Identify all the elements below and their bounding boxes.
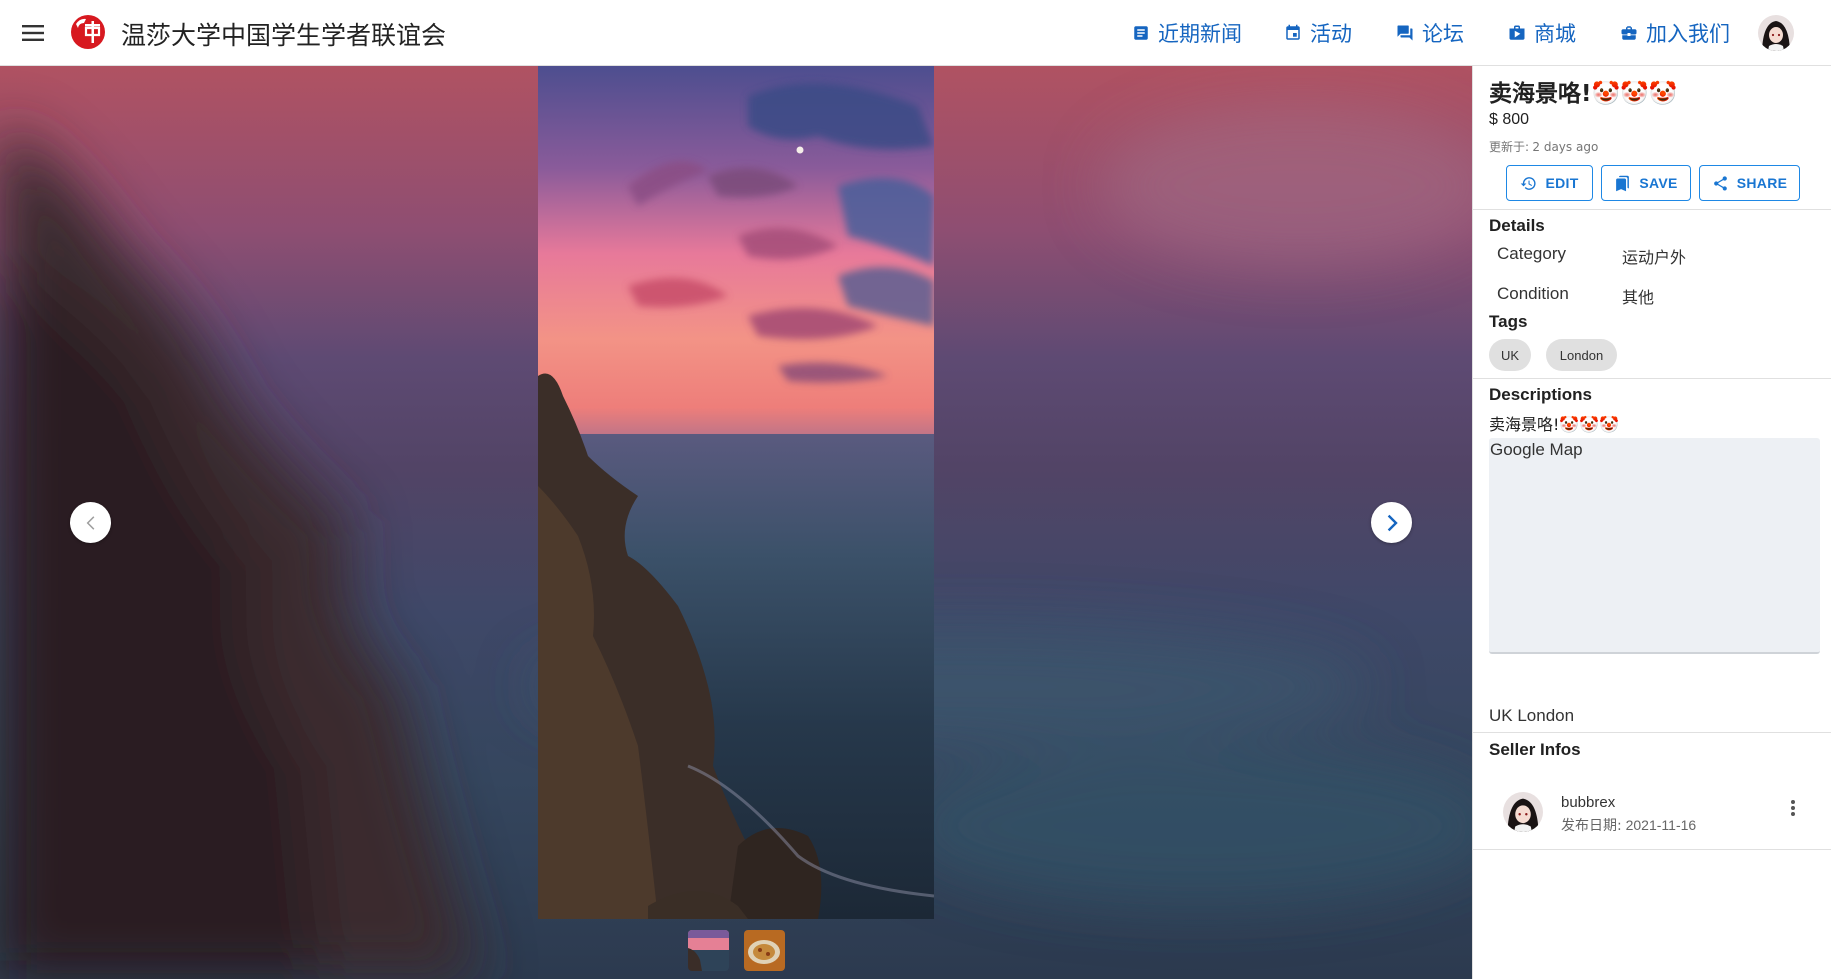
divider [1473,849,1831,850]
edit-history-icon [1521,176,1537,190]
main-listing-photo[interactable] [538,66,934,919]
nav-forum[interactable]: 论坛 [1396,18,1464,48]
updated-value: 2 days ago [1532,140,1599,154]
nav-news[interactable]: 近期新闻 [1132,18,1242,48]
save-button-label: SAVE [1639,175,1678,191]
seller-name[interactable]: bubbrex [1561,794,1615,811]
previous-image-button[interactable] [70,502,111,543]
nav-news-label: 近期新闻 [1158,22,1242,46]
calendar-icon [1286,24,1300,40]
description-text: 卖海景咯!🤡🤡🤡 [1489,415,1620,434]
location-text: UK London [1489,706,1575,725]
updated-time: 更新于: 2 days ago [1489,138,1598,155]
category-label: Category [1497,244,1566,263]
chevron-right-icon [1387,514,1398,531]
post-date-label: 发布日期: [1561,818,1622,834]
google-map[interactable]: Google Map [1489,438,1820,654]
nav-join-us[interactable]: 加入我们 [1620,18,1730,48]
news-icon [1134,26,1148,40]
site-title[interactable]: 温莎大学中国学生学者联谊会 [121,16,446,52]
updated-label: 更新于: [1489,140,1530,154]
edit-button[interactable]: EDIT [1506,165,1593,201]
tags-heading: Tags [1489,312,1528,331]
tag-chip-uk[interactable]: UK [1489,339,1531,371]
condition-label: Condition [1497,284,1569,303]
more-vert-icon [1791,800,1795,816]
seller-infos-heading: Seller Infos [1489,740,1581,759]
divider [1473,209,1831,210]
forum-icon [1397,25,1413,41]
nav-forum-label: 论坛 [1422,22,1464,46]
map-label: Google Map [1490,440,1583,459]
condition-value: 其他 [1622,288,1655,307]
nav-shop-label: 商城 [1534,22,1576,46]
briefcase-icon [1621,26,1637,40]
shop-icon [1509,25,1525,40]
share-button[interactable]: SHARE [1699,165,1800,201]
image-gallery [0,66,1472,979]
divider [1473,378,1831,379]
food-thumbnail[interactable] [744,930,785,971]
divider [1473,732,1831,733]
site-logo[interactable] [70,14,106,50]
share-button-label: SHARE [1736,175,1788,191]
nav-join-us-label: 加入我们 [1646,22,1730,46]
listing-details-panel: 卖海景咯!🤡🤡🤡 $ 800 更新于: 2 days ago EDIT SAVE… [1472,66,1831,979]
descriptions-heading: Descriptions [1489,385,1592,404]
category-value: 运动户外 [1622,248,1687,267]
seller-post-date: 发布日期: 2021-11-16 [1561,815,1696,835]
nav-events-label: 活动 [1310,22,1352,46]
listing-price: $ 800 [1489,111,1530,128]
listing-title: 卖海景咯!🤡🤡🤡 [1489,81,1678,107]
details-heading: Details [1489,216,1545,235]
app-bar: 温莎大学中国学生学者联谊会 近期新闻 活动 论坛 商城 加入我们 [0,0,1831,66]
menu-icon[interactable] [18,19,48,47]
post-date-value: 2021-11-16 [1625,817,1697,833]
user-avatar[interactable] [1758,15,1794,51]
more-options-button[interactable] [1781,794,1805,822]
next-image-button[interactable] [1371,502,1412,543]
save-button[interactable]: SAVE [1601,165,1691,201]
seller-avatar[interactable] [1503,792,1543,832]
chevron-left-icon [86,515,94,530]
bookmark-icon [1616,175,1630,191]
share-icon [1713,175,1727,191]
edit-button-label: EDIT [1545,175,1579,191]
nav-shop[interactable]: 商城 [1508,18,1576,48]
nav-events[interactable]: 活动 [1284,18,1352,48]
tag-chip-london[interactable]: London [1546,339,1617,371]
sunset-sea-thumbnail[interactable] [688,930,729,971]
